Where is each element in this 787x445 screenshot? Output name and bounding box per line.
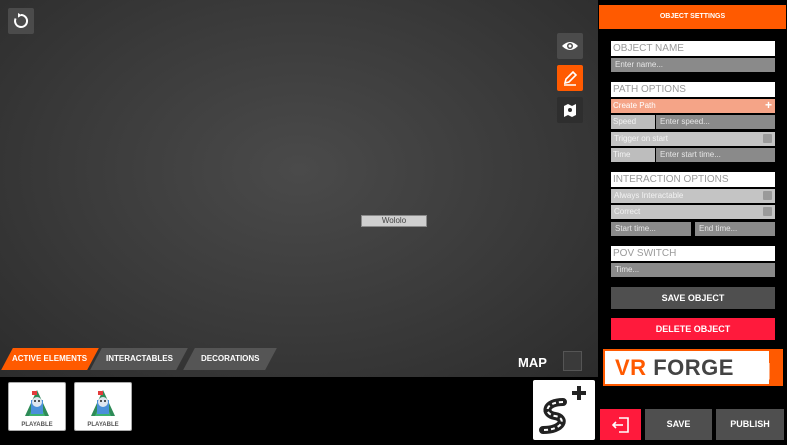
always-interactable-checkbox[interactable] [763, 191, 772, 200]
scene-node-label[interactable]: Wololo [361, 215, 427, 227]
correct-checkbox[interactable] [763, 207, 772, 216]
reset-icon [14, 13, 29, 28]
reset-button[interactable] [8, 8, 34, 34]
publish-button[interactable]: PUBLISH [716, 409, 784, 440]
character-thumbnail-icon [91, 390, 115, 416]
time-label: Time [611, 148, 655, 162]
speed-input[interactable]: Enter speed... [656, 115, 775, 129]
interaction-end-time-input[interactable]: End time... [695, 222, 775, 236]
tab-label: INTERACTABLES [105, 354, 173, 363]
panel-title: OBJECT SETTINGS [599, 5, 786, 29]
logo-text-vr: VR [615, 355, 647, 380]
start-time-input[interactable]: Enter start time... [656, 148, 775, 162]
create-path-button[interactable]: Create Path + [611, 98, 775, 113]
exit-icon [611, 416, 629, 433]
correct-label: Correct [614, 207, 641, 216]
edit-mode-button[interactable] [557, 65, 583, 91]
tab-label: DECORATIONS [200, 354, 260, 363]
tray-item-label: PLAYABLE [87, 422, 119, 428]
exit-button[interactable] [600, 409, 641, 440]
correct-row[interactable]: Correct [611, 205, 775, 219]
speed-label: Speed [611, 115, 655, 129]
always-interactable-label: Always Interactable [614, 191, 684, 200]
add-path-icon [539, 386, 586, 434]
tab-active-elements[interactable]: ACTIVE ELEMENTS [1, 348, 99, 370]
path-options-header: PATH OPTIONS [611, 82, 775, 97]
tab-label: ACTIVE ELEMENTS [12, 354, 88, 363]
character-thumbnail-icon [25, 390, 49, 416]
always-interactable-row[interactable]: Always Interactable [611, 189, 775, 203]
pov-time-input[interactable]: Time... [611, 263, 775, 277]
map-marker-icon [564, 104, 576, 117]
map-toggle[interactable] [563, 351, 582, 371]
eye-icon [562, 42, 578, 50]
pencil-icon [563, 70, 578, 86]
interaction-start-time-input[interactable]: Start time... [611, 222, 691, 236]
save-object-button[interactable]: SAVE OBJECT [611, 287, 775, 309]
trigger-on-start-checkbox[interactable] [763, 134, 772, 143]
tab-interactables[interactable]: INTERACTABLES [90, 348, 188, 370]
map-label: MAP [518, 355, 547, 370]
trigger-on-start-label: Trigger on start [614, 134, 668, 143]
add-path-button[interactable] [533, 380, 595, 440]
map-marker-button[interactable] [557, 97, 583, 123]
delete-object-button[interactable]: DELETE OBJECT [611, 318, 775, 340]
view-toggle-button[interactable] [557, 33, 583, 59]
interaction-options-header: INTERACTION OPTIONS [611, 172, 775, 187]
logo-arrow-icon [737, 354, 770, 380]
object-name-input[interactable]: Enter name... [611, 58, 775, 72]
tray-item[interactable]: PLAYABLE [74, 382, 132, 431]
tab-decorations[interactable]: DECORATIONS [183, 348, 277, 370]
logo-text-forge: FORGE [653, 355, 734, 380]
trigger-on-start-row[interactable]: Trigger on start [611, 132, 775, 146]
tray-item-label: PLAYABLE [21, 422, 53, 428]
scene-canvas[interactable] [0, 0, 598, 377]
create-path-label: Create Path [613, 101, 656, 110]
plus-icon: + [764, 98, 772, 112]
pov-switch-header: POV SWITCH [611, 246, 775, 261]
object-name-header: OBJECT NAME [611, 41, 775, 56]
save-button[interactable]: SAVE [645, 409, 712, 440]
tray-item[interactable]: PLAYABLE [8, 382, 66, 431]
vr-forge-logo: VR FORGE [603, 349, 783, 386]
